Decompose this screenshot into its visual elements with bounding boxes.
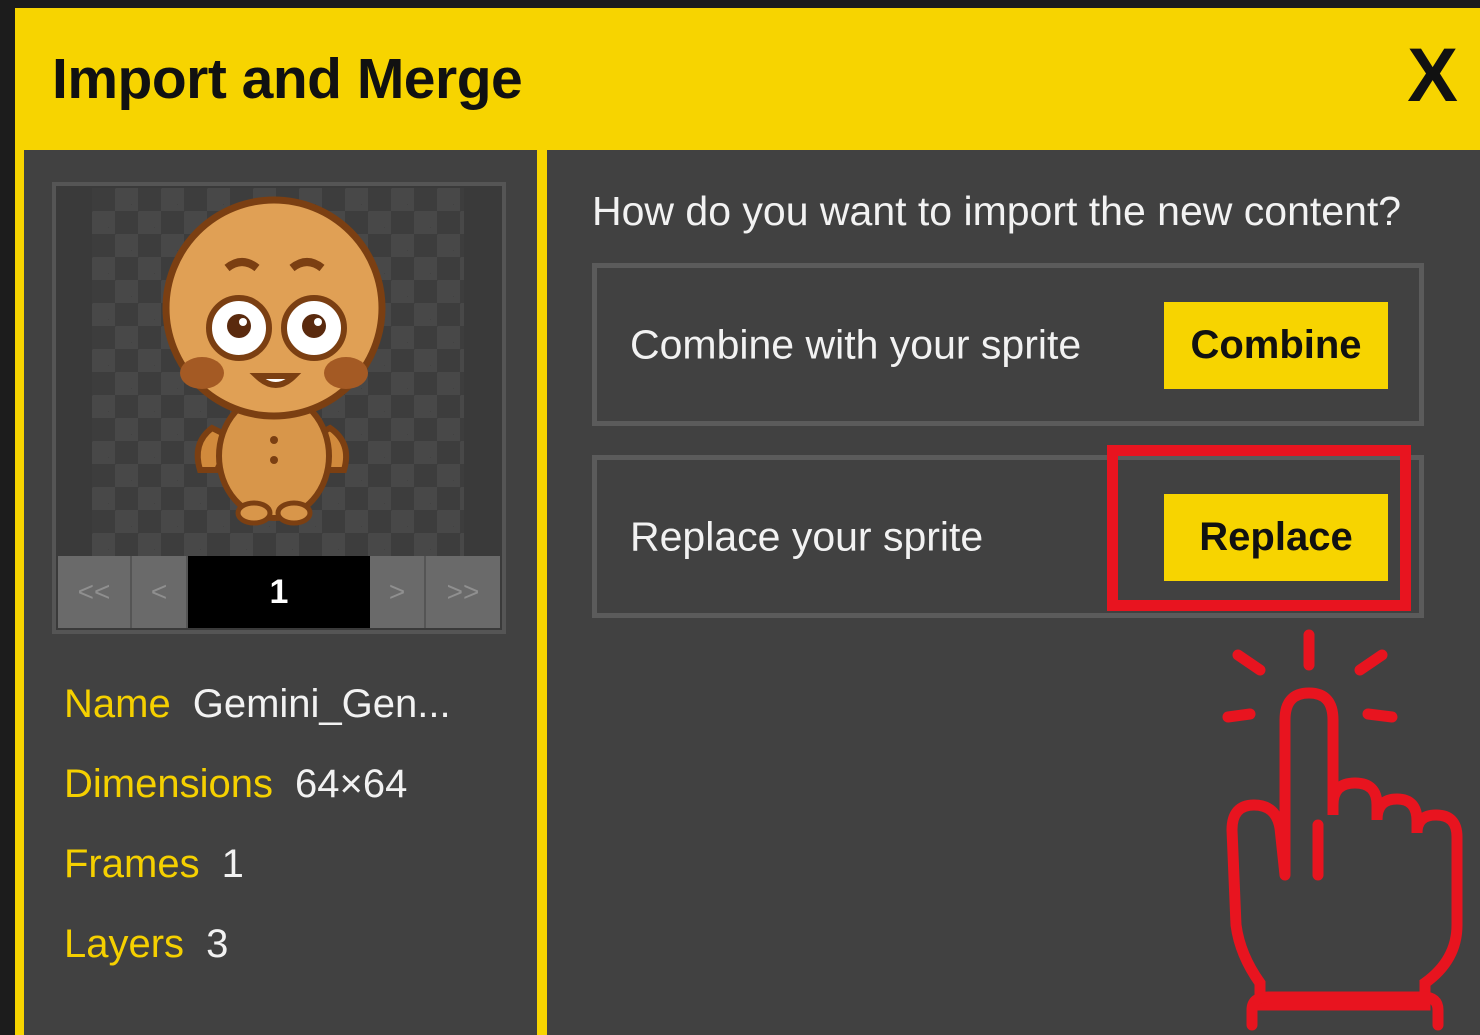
- sprite-info-panel: << < 1 > >> Name Gemini_Gen... Dimensions…: [24, 150, 537, 1035]
- combine-option: Combine with your sprite Combine: [592, 263, 1424, 426]
- import-merge-dialog: Import and Merge X << < 1 > >> Name Gemi…: [15, 8, 1480, 1035]
- info-name: Name Gemini_Gen...: [64, 682, 451, 727]
- frames-value: 1: [221, 842, 244, 886]
- close-icon[interactable]: X: [1407, 38, 1458, 114]
- first-frame-button[interactable]: <<: [58, 556, 132, 628]
- next-frame-button[interactable]: >: [370, 556, 426, 628]
- frames-label: Frames: [64, 842, 200, 886]
- gingerbread-sprite: [162, 196, 386, 526]
- layers-label: Layers: [64, 922, 185, 966]
- preview-canvas: [92, 188, 464, 558]
- dimensions-label: Dimensions: [64, 762, 273, 806]
- layers-value: 3: [206, 922, 229, 966]
- replace-button[interactable]: Replace: [1164, 494, 1388, 581]
- last-frame-button[interactable]: >>: [426, 556, 500, 628]
- dialog-title: Import and Merge: [52, 47, 523, 111]
- import-question: How do you want to import the new conten…: [592, 188, 1402, 234]
- sprite-right-foot: [275, 500, 313, 526]
- frame-navigation: << < 1 > >>: [58, 556, 500, 628]
- dialog-title-bar: Import and Merge X: [15, 8, 1480, 148]
- dimensions-value: 64×64: [294, 762, 408, 806]
- replace-option: Replace your sprite Replace: [592, 455, 1424, 618]
- info-frames: Frames 1: [64, 842, 244, 887]
- info-layers: Layers 3: [64, 922, 228, 967]
- sprite-preview: << < 1 > >>: [52, 182, 506, 634]
- replace-option-label: Replace your sprite: [630, 513, 984, 559]
- name-value: Gemini_Gen...: [192, 682, 451, 726]
- info-dimensions: Dimensions 64×64: [64, 762, 407, 807]
- import-options-panel: How do you want to import the new conten…: [547, 150, 1480, 1035]
- name-label: Name: [64, 682, 171, 726]
- sprite-left-foot: [235, 500, 273, 526]
- prev-frame-button[interactable]: <: [132, 556, 188, 628]
- frame-number: 1: [188, 556, 370, 628]
- combine-button[interactable]: Combine: [1164, 302, 1388, 389]
- combine-option-label: Combine with your sprite: [630, 321, 1082, 367]
